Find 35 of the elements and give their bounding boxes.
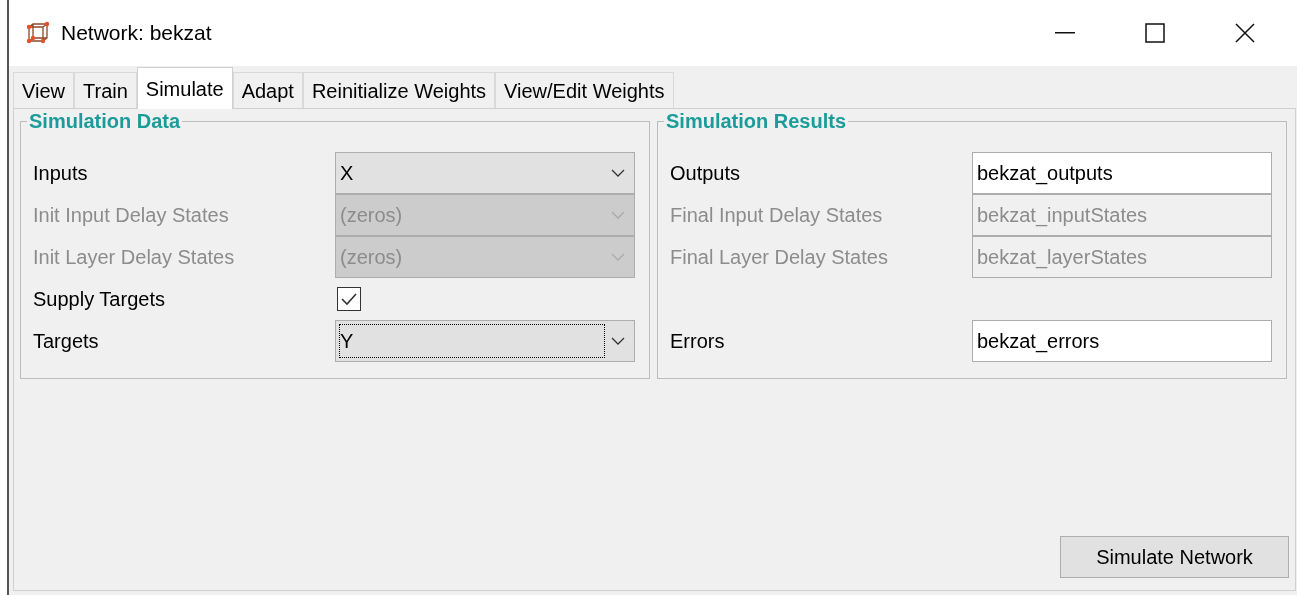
tab[interactable]: Train <box>74 72 137 108</box>
maximize-icon <box>1145 23 1165 43</box>
field-label: Final Layer Delay States <box>670 245 889 270</box>
tab[interactable]: View/Edit Weights <box>495 72 674 108</box>
window-title: Network: bekzat <box>61 20 212 47</box>
tab[interactable]: Simulate <box>136 67 233 109</box>
field-label: Errors <box>670 329 726 354</box>
checkbox[interactable] <box>337 287 361 311</box>
tab[interactable]: Adapt <box>232 72 303 108</box>
minimize-icon <box>1055 32 1075 34</box>
dropdown[interactable]: Y <box>335 320 635 362</box>
field-label: Supply Targets <box>33 287 166 312</box>
simulate-network-button[interactable]: Simulate Network <box>1060 536 1289 578</box>
dropdown[interactable]: X <box>335 152 635 194</box>
caret-icon <box>611 211 625 219</box>
caret-icon <box>611 253 625 261</box>
dropdown-value: Y <box>339 324 605 358</box>
caret-icon <box>611 169 625 177</box>
field-label: Inputs <box>33 161 89 186</box>
field-label: Final Input Delay States <box>670 203 884 228</box>
close-icon <box>1235 23 1255 43</box>
tab[interactable]: Reinitialize Weights <box>302 72 496 108</box>
dropdown-value: X <box>339 161 355 186</box>
dropdown-value: (zeros) <box>339 203 404 228</box>
tab[interactable]: View <box>13 72 74 108</box>
dropdown-value: (zeros) <box>339 245 404 270</box>
network-cube-icon <box>25 21 49 45</box>
field-label: Targets <box>33 329 100 354</box>
field-label: Outputs <box>670 161 742 186</box>
check-icon <box>340 292 358 306</box>
field-label: Init Input Delay States <box>33 203 230 228</box>
text-field[interactable]: bekzat_errors <box>972 320 1272 362</box>
caret-icon <box>611 337 625 345</box>
field-label: Init Layer Delay States <box>33 245 236 270</box>
text-field[interactable]: bekzat_outputs <box>972 152 1272 194</box>
